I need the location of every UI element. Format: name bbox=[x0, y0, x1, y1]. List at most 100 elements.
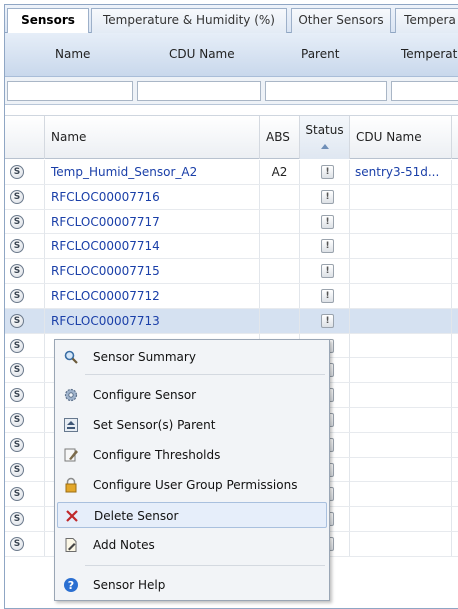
sensor-cdu-name[interactable] bbox=[350, 184, 452, 209]
sensor-icon: S bbox=[10, 288, 24, 303]
row-icon-cell: S bbox=[5, 184, 45, 209]
sensor-name[interactable]: RFCLOC00007717 bbox=[45, 209, 260, 234]
row-icon-cell: S bbox=[5, 383, 45, 408]
sensor-cdu-name[interactable] bbox=[350, 482, 452, 507]
filter-name-input[interactable] bbox=[7, 81, 133, 101]
menu-separator bbox=[85, 565, 325, 566]
next-cell bbox=[452, 507, 458, 531]
table-row[interactable]: S RFCLOC00007715! bbox=[5, 259, 458, 284]
sensor-cdu-name[interactable] bbox=[350, 407, 452, 432]
spacer bbox=[5, 105, 458, 115]
col-name[interactable]: Name bbox=[45, 116, 260, 159]
sensor-cdu-name[interactable] bbox=[350, 283, 452, 308]
header-name[interactable]: Name bbox=[55, 47, 90, 61]
sensor-name[interactable]: RFCLOC00007716 bbox=[45, 184, 260, 209]
summary-column-header: Name CDU Name Parent Temperatu bbox=[5, 33, 458, 77]
next-cell bbox=[452, 234, 458, 258]
row-icon-cell: S bbox=[5, 160, 45, 184]
tab-temperature[interactable]: Tempera bbox=[395, 8, 458, 33]
status-cell: ! bbox=[300, 209, 350, 234]
table-row[interactable]: S RFCLOC00007717! bbox=[5, 209, 458, 235]
sensor-icon: S bbox=[10, 437, 24, 452]
col-next[interactable] bbox=[452, 116, 458, 159]
sensor-cdu-name[interactable] bbox=[350, 432, 452, 457]
sensor-cdu-name[interactable] bbox=[350, 234, 452, 259]
next-cell bbox=[452, 259, 458, 283]
sensor-icon: S bbox=[10, 239, 24, 254]
menu-item-user-group-permissions[interactable]: Configure User Group Permissions bbox=[57, 472, 327, 498]
grid-column-header: Name ABS Status CDU Name bbox=[5, 115, 458, 159]
menu-item-sensor-help[interactable]: ? Sensor Help bbox=[57, 572, 327, 598]
menu-item-set-parent[interactable]: Set Sensor(s) Parent bbox=[57, 412, 327, 438]
row-icon-cell: S bbox=[5, 259, 45, 284]
status-cell: ! bbox=[300, 234, 350, 259]
menu-item-configure-thresholds[interactable]: Configure Thresholds bbox=[57, 442, 327, 468]
next-cell bbox=[452, 532, 458, 556]
sensor-cdu-name[interactable] bbox=[350, 457, 452, 482]
col-icon bbox=[5, 116, 45, 159]
status-cell: ! bbox=[300, 283, 350, 308]
sensor-cdu-name[interactable] bbox=[350, 209, 452, 234]
col-abs[interactable]: ABS bbox=[260, 116, 300, 159]
next-cell bbox=[452, 482, 458, 506]
tab-temperature-humidity[interactable]: Temperature & Humidity (%) bbox=[91, 8, 287, 33]
status-unknown-icon: ! bbox=[321, 288, 334, 303]
row-icon-cell: S bbox=[5, 358, 45, 383]
row-icon-cell: S bbox=[5, 482, 45, 507]
next-cell bbox=[452, 334, 458, 358]
sensor-name[interactable]: Temp_Humid_Sensor_A2 bbox=[45, 160, 260, 184]
sensor-icon: S bbox=[10, 165, 24, 179]
status-unknown-icon: ! bbox=[321, 214, 334, 229]
tab-other-sensors[interactable]: Other Sensors bbox=[291, 8, 391, 33]
row-icon-cell: S bbox=[5, 507, 45, 532]
sensor-cdu-name[interactable] bbox=[350, 531, 452, 556]
row-icon-cell: S bbox=[5, 283, 45, 308]
next-cell bbox=[452, 309, 458, 333]
header-cdu-name[interactable]: CDU Name bbox=[169, 47, 235, 61]
menu-item-sensor-summary[interactable]: Sensor Summary bbox=[57, 344, 327, 370]
sensor-name[interactable]: RFCLOC00007713 bbox=[45, 308, 260, 333]
col-status[interactable]: Status bbox=[300, 116, 350, 159]
sensor-icon: S bbox=[10, 412, 24, 427]
next-cell bbox=[452, 383, 458, 407]
status-cell: ! bbox=[300, 160, 350, 184]
status-cell: ! bbox=[300, 184, 350, 209]
header-temperature[interactable]: Temperatu bbox=[401, 47, 458, 61]
sensor-icon: S bbox=[10, 512, 24, 527]
notes-icon bbox=[63, 537, 79, 553]
table-row[interactable]: S RFCLOC00007713! bbox=[5, 308, 458, 334]
sensor-cdu-name[interactable] bbox=[350, 383, 452, 408]
sensor-cdu-name[interactable] bbox=[350, 333, 452, 358]
svg-text:?: ? bbox=[68, 579, 74, 592]
table-row[interactable]: S RFCLOC00007714! bbox=[5, 234, 458, 260]
sensor-abs bbox=[260, 308, 300, 333]
sensor-icon: S bbox=[10, 462, 24, 477]
header-parent[interactable]: Parent bbox=[301, 47, 339, 61]
menu-label: Configure Thresholds bbox=[93, 448, 221, 462]
sensor-abs bbox=[260, 259, 300, 284]
sensor-cdu-name[interactable] bbox=[350, 259, 452, 284]
menu-item-configure-sensor[interactable]: Configure Sensor bbox=[57, 382, 327, 408]
menu-item-delete-sensor[interactable]: Delete Sensor bbox=[57, 502, 327, 528]
table-row[interactable]: S Temp_Humid_Sensor_A2 A2! sentry3-51d... bbox=[5, 160, 458, 185]
sensor-cdu-name[interactable]: sentry3-51d... bbox=[350, 160, 452, 184]
sensor-name[interactable]: RFCLOC00007712 bbox=[45, 283, 260, 308]
next-cell bbox=[452, 458, 458, 482]
sensor-cdu-name[interactable] bbox=[350, 308, 452, 333]
sensors-panel: Sensors Temperature & Humidity (%) Other… bbox=[4, 4, 458, 609]
col-cdu-name[interactable]: CDU Name bbox=[350, 116, 452, 159]
table-row[interactable]: S RFCLOC00007716! bbox=[5, 184, 458, 210]
sensor-cdu-name[interactable] bbox=[350, 507, 452, 532]
menu-item-add-notes[interactable]: Add Notes bbox=[57, 532, 327, 558]
tab-sensors[interactable]: Sensors bbox=[7, 8, 89, 34]
filter-temperature-input[interactable] bbox=[391, 81, 458, 101]
context-menu: Sensor Summary Configure Sensor Set Sens… bbox=[54, 339, 330, 601]
status-unknown-icon: ! bbox=[321, 239, 334, 254]
table-row[interactable]: S RFCLOC00007712! bbox=[5, 283, 458, 309]
filter-parent-input[interactable] bbox=[265, 81, 387, 101]
sensor-name[interactable]: RFCLOC00007714 bbox=[45, 234, 260, 259]
filter-cdu-input[interactable] bbox=[137, 81, 261, 101]
status-unknown-icon: ! bbox=[321, 313, 334, 328]
sensor-cdu-name[interactable] bbox=[350, 358, 452, 383]
sensor-name[interactable]: RFCLOC00007715 bbox=[45, 259, 260, 284]
